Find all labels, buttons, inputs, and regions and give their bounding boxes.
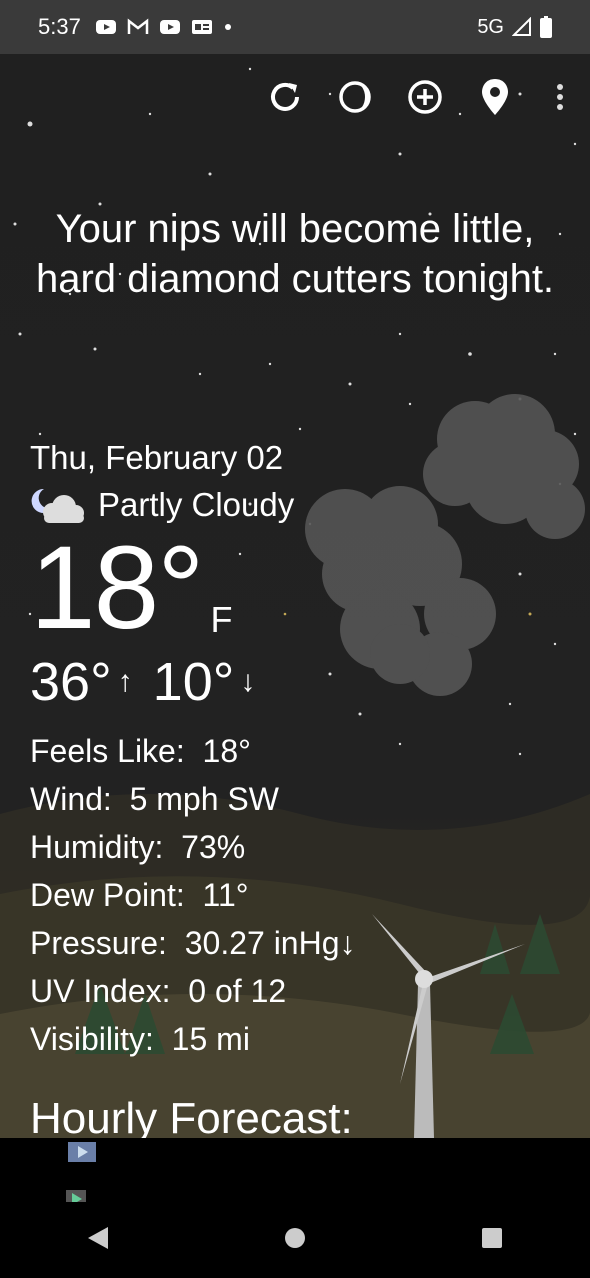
detail-feels-like: Feels Like: 18° [30, 727, 356, 775]
youtube-icon [95, 18, 117, 36]
high-low-row: 36° ↑ 10° ↓ [30, 651, 356, 713]
detail-label: Dew Point: [30, 877, 185, 913]
gmail-icon [127, 18, 149, 36]
weather-scene: Your nips will become little, hard diamo… [0, 54, 590, 1138]
detail-wind: Wind: 5 mph SW [30, 775, 356, 823]
detail-value: 15 mi [171, 1021, 250, 1057]
detail-label: UV Index: [30, 973, 171, 1009]
detail-label: Visibility: [30, 1021, 154, 1057]
detail-pressure: Pressure: 30.27 inHg↓ [30, 919, 356, 967]
home-button[interactable] [283, 1226, 307, 1255]
detail-value: 0 of 12 [188, 973, 287, 1009]
detail-dew-point: Dew Point: 11° [30, 871, 356, 919]
home-icon [284, 1227, 305, 1248]
arrow-down-icon: ↓ [240, 665, 256, 698]
detail-value: 73% [181, 829, 246, 865]
detail-value: 18° [202, 733, 251, 769]
youtube-icon [159, 18, 181, 36]
refresh-button[interactable] [250, 74, 320, 120]
theme-button[interactable] [320, 74, 390, 120]
detail-value: 30.27 inHg↓ [184, 925, 356, 961]
dot-icon [223, 22, 233, 32]
detail-label: Pressure: [30, 925, 167, 961]
high-temperature: 36° [30, 652, 112, 712]
detail-visibility: Visibility: 15 mi [30, 1015, 356, 1063]
detail-label: Humidity: [30, 829, 164, 865]
navigation-bar [0, 1202, 590, 1278]
theme-icon [339, 81, 371, 113]
add-location-button[interactable] [390, 74, 460, 120]
ad-choices-icon[interactable] [68, 1142, 96, 1162]
add-location-icon [408, 80, 442, 114]
detail-humidity: Humidity: 73% [30, 823, 356, 871]
more-vert-icon [557, 84, 563, 110]
forecast-date: Thu, February 02 [30, 439, 284, 476]
ad-banner[interactable] [0, 1138, 590, 1208]
detail-label: Wind: [30, 781, 112, 817]
detail-value: 5 mph SW [129, 781, 279, 817]
news-icon [191, 18, 213, 36]
temperature-row: 18° F [30, 529, 356, 647]
network-label: 5G [477, 15, 504, 38]
location-button[interactable] [460, 74, 530, 120]
partly-cloudy-night-icon [31, 488, 84, 523]
status-time: 5:37 [38, 14, 81, 39]
back-button[interactable] [86, 1225, 110, 1256]
detail-uv-index: UV Index: 0 of 12 [30, 967, 356, 1015]
signal-icon [512, 17, 532, 37]
temperature-unit: F [210, 599, 233, 640]
current-weather: Thu, February 02 Partly Cloudy 18° F 36°… [30, 439, 356, 1063]
location-pin-icon [482, 79, 508, 115]
weather-details: Feels Like: 18° Wind: 5 mph SW Humidity:… [30, 727, 356, 1063]
recents-icon [481, 1227, 502, 1248]
weather-tagline: Your nips will become little, hard diamo… [35, 207, 555, 301]
low-temperature: 10° [152, 652, 235, 712]
toolbar [250, 74, 590, 120]
hourly-forecast-heading: Hourly Forecast: [30, 1094, 353, 1138]
recents-button[interactable] [480, 1226, 504, 1255]
refresh-icon [271, 82, 299, 111]
current-temperature: 18° [30, 522, 204, 654]
battery-icon [540, 16, 552, 38]
status-bar: 5:37 5G [0, 0, 590, 54]
more-options-button[interactable] [530, 74, 590, 120]
detail-value: 11° [202, 877, 249, 913]
condition-row: Partly Cloudy [30, 485, 356, 525]
condition-text: Partly Cloudy [98, 486, 295, 523]
arrow-up-icon: ↑ [117, 665, 133, 698]
back-icon [88, 1226, 109, 1249]
detail-label: Feels Like: [30, 733, 185, 769]
